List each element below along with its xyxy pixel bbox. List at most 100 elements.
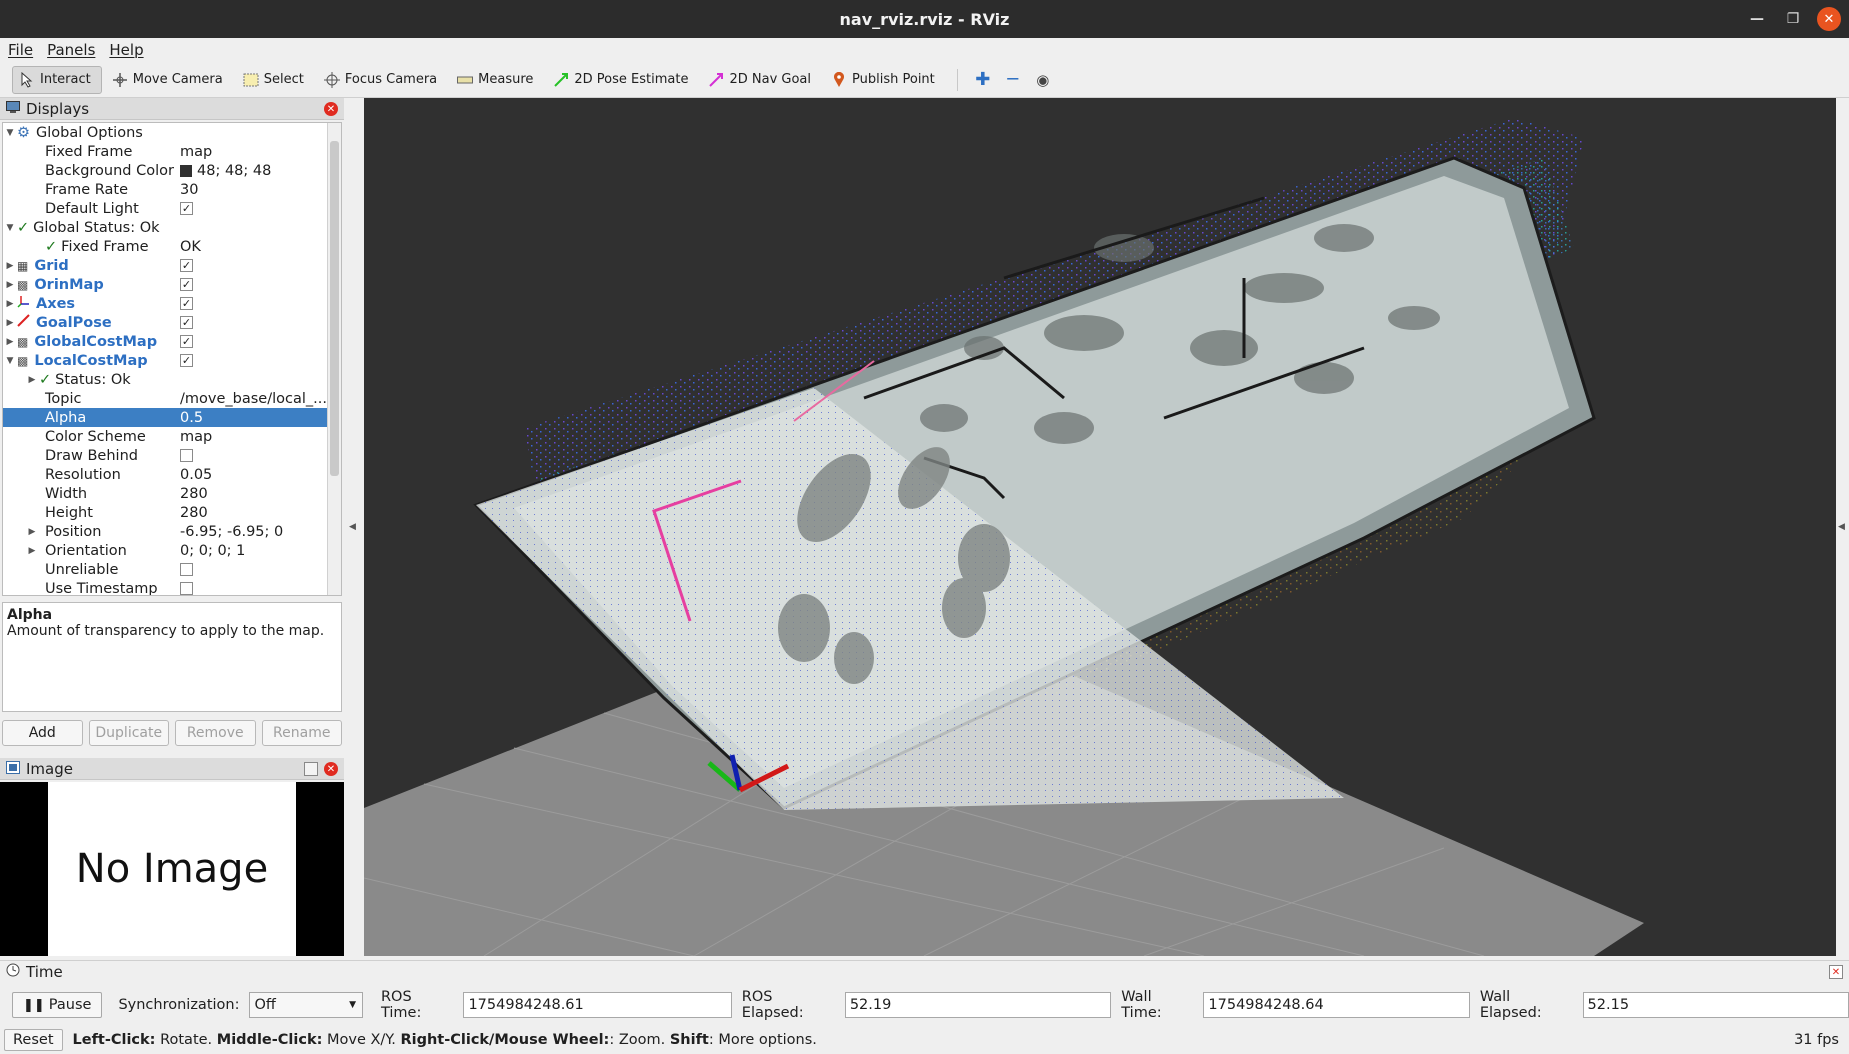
width-value[interactable]: 280 bbox=[180, 486, 208, 502]
tree-row-status-fixed-frame[interactable]: ✓ Fixed Frame OK bbox=[3, 237, 341, 256]
tree-row-fixed-frame[interactable]: Fixed Frame map bbox=[3, 142, 341, 161]
monitor-icon bbox=[6, 100, 20, 118]
tree-row-topic[interactable]: Topic /move_base/local_... bbox=[3, 389, 341, 408]
unreliable-checkbox[interactable] bbox=[180, 563, 193, 576]
nav-goal-tool-button[interactable]: 2D Nav Goal bbox=[702, 66, 821, 94]
remove-tool-icon[interactable]: ─ bbox=[1000, 67, 1026, 93]
reset-button[interactable]: Reset bbox=[4, 1029, 63, 1051]
ros-time-field[interactable]: 1754984248.61 bbox=[463, 992, 732, 1018]
collapsed-arrow-icon[interactable]: ▶ bbox=[3, 337, 17, 347]
menu-file[interactable]: File bbox=[8, 41, 33, 59]
scrollbar-thumb[interactable] bbox=[330, 141, 339, 476]
move-camera-tool-button[interactable]: Move Camera bbox=[106, 66, 233, 94]
collapsed-arrow-icon[interactable]: ▶ bbox=[25, 527, 39, 537]
wall-elapsed-field[interactable]: 52.15 bbox=[1582, 992, 1849, 1018]
color-scheme-value[interactable]: map bbox=[180, 429, 212, 445]
menu-help[interactable]: Help bbox=[109, 41, 143, 59]
close-panel-icon[interactable]: ✕ bbox=[324, 762, 338, 776]
tree-row-resolution[interactable]: Resolution 0.05 bbox=[3, 465, 341, 484]
tree-row-position[interactable]: ▶ Position -6.95; -6.95; 0 bbox=[3, 522, 341, 541]
localcostmap-checkbox[interactable]: ✓ bbox=[180, 354, 193, 367]
tree-row-orinmap[interactable]: ▶ ▩ OrinMap ✓ bbox=[3, 275, 341, 294]
globalcostmap-checkbox[interactable]: ✓ bbox=[180, 335, 193, 348]
select-tool-button[interactable]: Select bbox=[237, 66, 314, 94]
fixed-frame-value[interactable]: map bbox=[180, 144, 212, 160]
tree-row-axes[interactable]: ▶ Axes ✓ bbox=[3, 294, 341, 313]
sync-select[interactable]: Off ▼ bbox=[249, 992, 363, 1018]
topic-value[interactable]: /move_base/local_... bbox=[180, 391, 327, 407]
tree-row-draw-behind[interactable]: Draw Behind bbox=[3, 446, 341, 465]
add-button[interactable]: Add bbox=[2, 720, 83, 746]
rename-button[interactable]: Rename bbox=[261, 720, 342, 746]
collapsed-arrow-icon[interactable]: ▶ bbox=[3, 299, 17, 309]
color-swatch[interactable] bbox=[180, 164, 192, 177]
publish-point-tool-button[interactable]: Publish Point bbox=[825, 66, 945, 94]
close-icon[interactable]: ✕ bbox=[1817, 7, 1841, 31]
draw-behind-checkbox[interactable] bbox=[180, 449, 193, 462]
tree-row-default-light[interactable]: Default Light ✓ bbox=[3, 199, 341, 218]
render-viewport-3d[interactable] bbox=[364, 98, 1836, 956]
collapsed-arrow-icon[interactable]: ▶ bbox=[25, 375, 39, 385]
add-tool-icon[interactable]: ✚ bbox=[970, 67, 996, 93]
resolution-value[interactable]: 0.05 bbox=[180, 467, 212, 483]
tree-row-global-status[interactable]: ▼ ✓ Global Status: Ok bbox=[3, 218, 341, 237]
close-panel-icon[interactable]: ✕ bbox=[324, 102, 338, 116]
tree-row-use-timestamp[interactable]: Use Timestamp bbox=[3, 579, 341, 595]
tree-row-goalpose[interactable]: ▶ GoalPose ✓ bbox=[3, 313, 341, 332]
tree-scrollbar[interactable] bbox=[327, 123, 341, 595]
close-panel-icon[interactable]: ✕ bbox=[1829, 965, 1843, 979]
tree-row-orientation[interactable]: ▶ Orientation 0; 0; 0; 1 bbox=[3, 541, 341, 560]
position-value[interactable]: -6.95; -6.95; 0 bbox=[180, 524, 283, 540]
use-timestamp-checkbox[interactable] bbox=[180, 582, 193, 595]
right-dock-grip[interactable]: ◀ bbox=[1836, 98, 1849, 956]
menu-panels[interactable]: Panels bbox=[47, 41, 95, 59]
remove-button[interactable]: Remove bbox=[175, 720, 256, 746]
goalpose-checkbox[interactable]: ✓ bbox=[180, 316, 193, 329]
collapse-left-icon[interactable]: ◀ bbox=[349, 522, 356, 532]
interact-tool-button[interactable]: Interact bbox=[12, 65, 102, 94]
eye-icon[interactable]: ◉ bbox=[1030, 67, 1056, 93]
tree-row-alpha[interactable]: Alpha 0.5 bbox=[3, 408, 341, 427]
minimize-icon[interactable]: — bbox=[1745, 7, 1769, 31]
grid-checkbox[interactable]: ✓ bbox=[180, 259, 193, 272]
expand-arrow-icon[interactable]: ▼ bbox=[3, 128, 17, 138]
collapsed-arrow-icon[interactable]: ▶ bbox=[3, 261, 17, 271]
measure-tool-button[interactable]: Measure bbox=[451, 66, 543, 94]
interact-label: Interact bbox=[40, 72, 91, 87]
ros-elapsed-field[interactable]: 52.19 bbox=[844, 992, 1112, 1018]
collapsed-arrow-icon[interactable]: ▶ bbox=[25, 546, 39, 556]
ok-check-icon: ✓ bbox=[45, 238, 58, 255]
expand-arrow-icon[interactable]: ▼ bbox=[3, 223, 17, 233]
tree-row-background-color[interactable]: Background Color 48; 48; 48 bbox=[3, 161, 341, 180]
panel-splitter[interactable]: ◀ bbox=[344, 98, 364, 956]
tree-row-globalcostmap[interactable]: ▶ ▩ GlobalCostMap ✓ bbox=[3, 332, 341, 351]
tree-row-localcostmap-status[interactable]: ▶ ✓ Status: Ok bbox=[3, 370, 341, 389]
frame-rate-value[interactable]: 30 bbox=[180, 182, 198, 198]
tree-row-height[interactable]: Height 280 bbox=[3, 503, 341, 522]
orinmap-checkbox[interactable]: ✓ bbox=[180, 278, 193, 291]
tree-row-grid[interactable]: ▶ ▦ Grid ✓ bbox=[3, 256, 341, 275]
background-color-value[interactable]: 48; 48; 48 bbox=[197, 163, 271, 179]
orientation-value[interactable]: 0; 0; 0; 1 bbox=[180, 543, 245, 559]
tree-row-frame-rate[interactable]: Frame Rate 30 bbox=[3, 180, 341, 199]
collapsed-arrow-icon[interactable]: ▶ bbox=[3, 318, 17, 328]
tree-row-color-scheme[interactable]: Color Scheme map bbox=[3, 427, 341, 446]
tree-row-width[interactable]: Width 280 bbox=[3, 484, 341, 503]
expand-arrow-icon[interactable]: ▼ bbox=[3, 356, 17, 366]
float-panel-icon[interactable] bbox=[304, 762, 318, 776]
height-value[interactable]: 280 bbox=[180, 505, 208, 521]
duplicate-button[interactable]: Duplicate bbox=[88, 720, 169, 746]
tree-row-localcostmap[interactable]: ▼ ▩ LocalCostMap ✓ bbox=[3, 351, 341, 370]
maximize-icon[interactable]: ❐ bbox=[1781, 7, 1805, 31]
axes-checkbox[interactable]: ✓ bbox=[180, 297, 193, 310]
default-light-checkbox[interactable]: ✓ bbox=[180, 202, 193, 215]
wall-time-field[interactable]: 1754984248.64 bbox=[1203, 992, 1470, 1018]
focus-camera-tool-button[interactable]: Focus Camera bbox=[318, 66, 447, 94]
alpha-value[interactable]: 0.5 bbox=[180, 410, 203, 426]
collapse-right-icon[interactable]: ◀ bbox=[1838, 522, 1845, 532]
tree-row-unreliable[interactable]: Unreliable bbox=[3, 560, 341, 579]
tree-row-global-options[interactable]: ▼ ⚙ Global Options bbox=[3, 123, 341, 142]
pause-button[interactable]: ❚❚ Pause bbox=[12, 992, 103, 1018]
collapsed-arrow-icon[interactable]: ▶ bbox=[3, 280, 17, 290]
pose-estimate-tool-button[interactable]: 2D Pose Estimate bbox=[547, 66, 698, 94]
